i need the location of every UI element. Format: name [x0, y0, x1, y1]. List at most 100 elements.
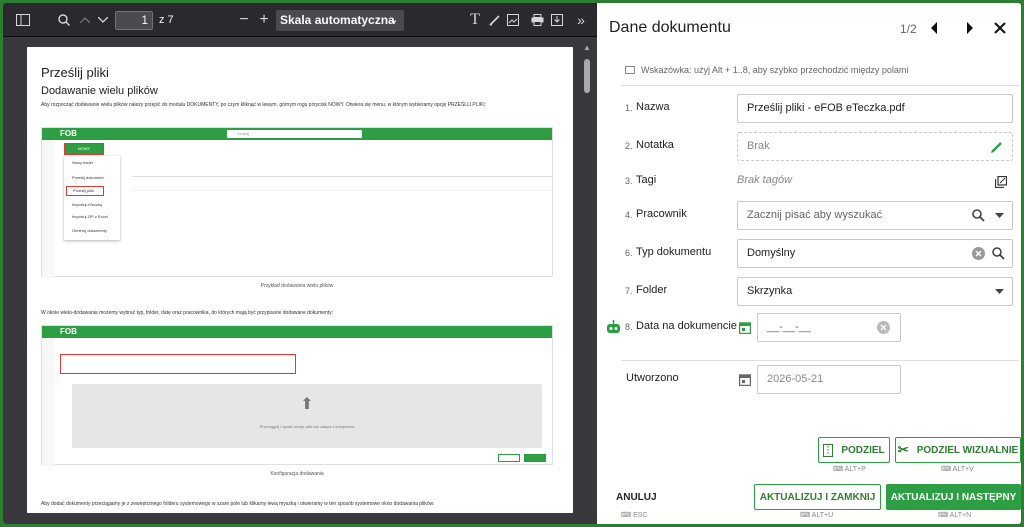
zoom-value: Skala automatyczna: [280, 13, 395, 27]
close-icon[interactable]: [993, 18, 1007, 38]
scissors-icon: ✂: [897, 442, 909, 457]
folder-select[interactable]: Skrzynka: [737, 277, 1013, 306]
pdf-page: Prześlij pliki Dodawanie wielu plików Ab…: [27, 47, 573, 513]
chevron-down-icon[interactable]: [995, 201, 1004, 230]
document-data-panel: Dane dokumentu 1/2 Wskazówka: użyj Alt +…: [597, 3, 1021, 524]
update-close-shortcut: ⌨ ALT+U: [800, 512, 834, 519]
clear-icon[interactable]: [877, 313, 890, 342]
screenshot-header: FOB: [42, 326, 552, 338]
keyboard-icon: [625, 66, 635, 74]
fob-logo: FOB: [60, 327, 77, 336]
update-next-button[interactable]: AKTUALIZUJ I NASTĘPNY: [886, 484, 1021, 510]
calendar-icon: [739, 365, 751, 394]
pdf-toolbar: 1 z 7 − + Skala automatyczna ⌄ T »: [3, 3, 597, 37]
document-dialog: 1 z 7 − + Skala automatyczna ⌄ T » ▲ Prz…: [3, 3, 1021, 524]
cancel-button[interactable]: ANULUJ: [616, 492, 657, 503]
page-number-input[interactable]: 1: [115, 11, 153, 30]
text-tool-icon[interactable]: T: [467, 3, 483, 37]
prev-page-icon[interactable]: [77, 3, 93, 37]
field-label: Data na dokumencie: [636, 320, 737, 332]
menu-item: Generuj dokumenty: [72, 228, 107, 233]
next-document-icon[interactable]: [965, 18, 975, 38]
field-created: Utworzono 2026-05-21: [597, 365, 1021, 395]
screenshot-confirm-btn: [524, 454, 546, 462]
date-placeholder: __-__-__: [767, 321, 812, 333]
scroll-up-icon[interactable]: ▲: [583, 43, 591, 52]
field-number: 3.: [625, 176, 633, 186]
screenshot-sidebar: [42, 338, 54, 466]
split-shortcut: ⌨ ALT+P: [833, 466, 866, 473]
pdf-screenshot-upload: FOB ⬆ Przeciągnij i upuść swoje pliki lu…: [41, 325, 553, 466]
tags-value: Brak tagów: [737, 174, 793, 186]
split-visual-label: PODZIEL WIZUALNIE: [916, 444, 1019, 456]
clear-icon[interactable]: [972, 239, 985, 268]
employee-placeholder: Zacznij pisać aby wyszukać: [747, 209, 883, 221]
zoom-out-icon[interactable]: −: [237, 3, 251, 37]
pdf-heading: Prześlij pliki: [41, 65, 109, 80]
screenshot-table-row: [132, 190, 552, 191]
pdf-caption: Konfiguracja dodawania: [270, 471, 324, 477]
divider: [621, 85, 1019, 86]
name-input[interactable]: Prześlij pliki - eFOB eTeczka.pdf: [737, 94, 1013, 123]
field-folder: 7. Folder Skrzynka: [597, 277, 1021, 307]
update-next-kbd: ALT+N: [949, 512, 972, 519]
search-icon[interactable]: [992, 239, 1005, 268]
note-value: Brak: [747, 140, 770, 152]
menu-item: Prześlij pliki: [66, 186, 104, 196]
save-icon[interactable]: [549, 3, 565, 37]
menu-item: Importuj ZIP z Excel: [72, 214, 108, 219]
calendar-icon[interactable]: [739, 313, 751, 342]
update-next-shortcut: ⌨ ALT+N: [938, 512, 972, 519]
document-pager: 1/2: [900, 22, 917, 36]
field-name: 1. Nazwa Prześlij pliki - eFOB eTeczka.p…: [597, 94, 1021, 124]
draw-tool-icon[interactable]: [487, 3, 503, 37]
split-button[interactable]: PODZIEL: [818, 437, 890, 463]
zoom-in-icon[interactable]: +: [257, 3, 271, 37]
next-page-icon[interactable]: [95, 3, 111, 37]
search-icon[interactable]: [972, 201, 985, 230]
field-label: Nazwa: [636, 101, 670, 113]
sidebar-toggle-icon[interactable]: [13, 3, 33, 37]
field-employee: 4. Pracownik Zacznij pisać aby wyszukać: [597, 201, 1021, 231]
print-icon[interactable]: [529, 3, 545, 37]
menu-item: Importuj eTeczkę: [72, 202, 103, 207]
chevron-down-icon[interactable]: [995, 277, 1004, 306]
pdf-screenshot-menu: FOB Szukaj NOWY Nowy folder Prześlij dok…: [41, 127, 553, 278]
tools-menu-icon[interactable]: »: [573, 3, 589, 37]
edit-icon[interactable]: [991, 132, 1003, 161]
screenshot-menu: Nowy folder Prześlij dokument Prześlij p…: [64, 156, 120, 240]
update-close-button[interactable]: AKTUALIZUJ I ZAMKNIJ: [754, 484, 881, 510]
zoom-select[interactable]: Skala automatyczna ⌄: [276, 10, 404, 31]
note-field[interactable]: Brak: [737, 132, 1013, 161]
split-label: PODZIEL: [841, 444, 885, 456]
upload-icon: ⬆: [300, 396, 314, 413]
update-close-label: AKTUALIZUJ I ZAMKNIJ: [759, 491, 876, 503]
prev-document-icon[interactable]: [929, 18, 939, 38]
pdf-paragraph: W oknie wielo-dodawania możemy wybrać ty…: [41, 310, 334, 316]
screenshot-cancel-btn: [498, 454, 520, 462]
split-visual-button[interactable]: ✂ PODZIEL WIZUALNIE: [895, 437, 1021, 463]
field-label: Pracownik: [636, 208, 687, 220]
pdf-viewer: 1 z 7 − + Skala automatyczna ⌄ T » ▲ Prz…: [3, 3, 597, 524]
menu-item: Prześlij dokument: [72, 175, 104, 180]
field-label: Typ dokumentu: [636, 246, 712, 258]
robot-icon[interactable]: [606, 320, 621, 339]
field-number: 2.: [625, 141, 633, 151]
created-label: Utworzono: [626, 372, 679, 384]
drop-zone-text: Przeciągnij i upuść swoje pliki lub załą…: [259, 424, 355, 429]
search-icon[interactable]: [55, 3, 73, 37]
menu-item: Nowy folder: [72, 160, 94, 165]
edit-tags-icon[interactable]: [995, 167, 1007, 196]
scrollbar-thumb[interactable]: [584, 59, 590, 93]
fob-logo: FOB: [60, 129, 77, 138]
update-next-label: AKTUALIZUJ I NASTĘPNY: [890, 491, 1017, 503]
field-tags: 3. Tagi Brak tagów: [597, 167, 1021, 197]
panel-title: Dane dokumentu: [609, 19, 731, 36]
field-number: 6.: [625, 248, 633, 258]
field-number: 1.: [625, 103, 633, 113]
image-tool-icon[interactable]: [505, 3, 521, 37]
screenshot-sidebar: [42, 140, 54, 278]
screenshot-drop-zone: ⬆ Przeciągnij i upuść swoje pliki lub za…: [72, 384, 542, 448]
divider: [621, 360, 1019, 361]
chevron-down-icon: ⌄: [389, 15, 398, 26]
